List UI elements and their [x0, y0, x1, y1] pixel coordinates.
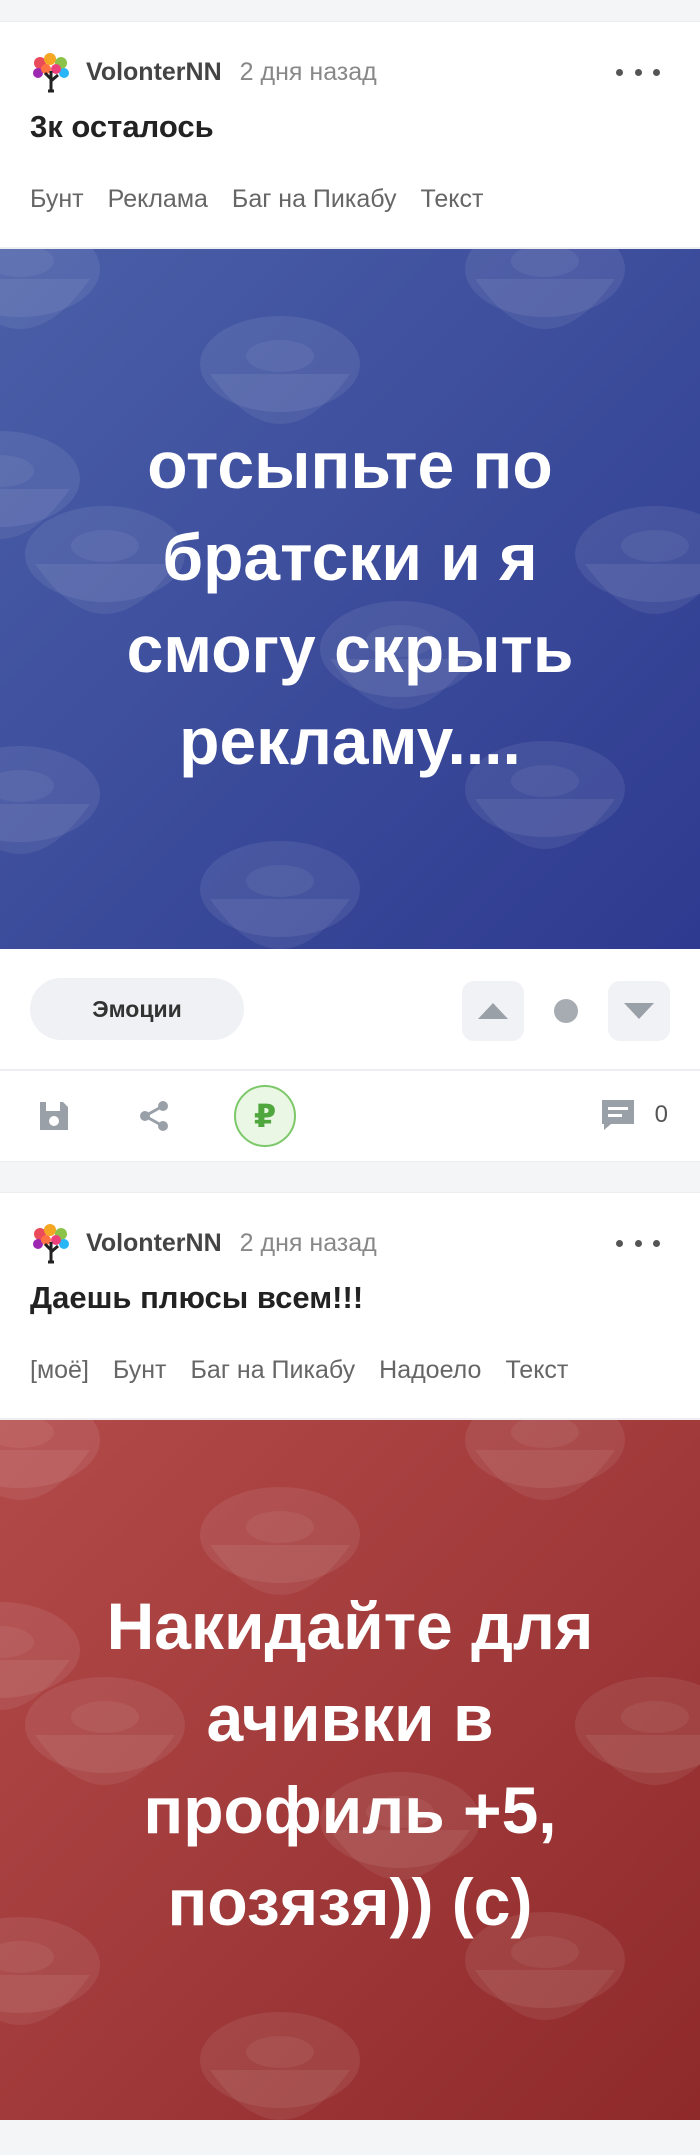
emotions-button[interactable]: Эмоции [30, 978, 244, 1040]
rating-dot [554, 999, 578, 1023]
author-name[interactable]: VolonterNN [86, 58, 222, 87]
share-icon[interactable] [134, 1096, 174, 1136]
ruble-coin-icon[interactable]: ₽ [234, 1085, 296, 1147]
post-card: VolonterNN 2 дня назад 3к осталось Бунт … [0, 22, 700, 1161]
post-card: VolonterNN 2 дня назад Даешь плюсы всем!… [0, 1193, 700, 2120]
tag[interactable]: Надоело [379, 1356, 481, 1385]
tag[interactable]: Бунт [30, 185, 84, 214]
tag[interactable]: Баг на Пикабу [232, 185, 397, 214]
tag[interactable]: Реклама [108, 185, 208, 214]
tag[interactable]: Текст [421, 185, 484, 214]
save-icon[interactable] [34, 1096, 74, 1136]
post-header: VolonterNN 2 дня назад [0, 22, 700, 122]
post-image[interactable]: отсыпьте по братски и я смогу скрыть рек… [0, 249, 700, 949]
avatar[interactable] [30, 51, 72, 93]
image-text: отсыпьте по братски и я смогу скрыть рек… [126, 428, 574, 778]
post-image[interactable]: Накидайте для ачивки в профиль +5, позяз… [0, 1420, 700, 2120]
tag[interactable]: Баг на Пикабу [191, 1356, 356, 1385]
post-separator [0, 1161, 700, 1193]
post-time: 2 дня назад [239, 57, 377, 86]
downvote-icon[interactable] [608, 981, 670, 1041]
comments-count: 0 [654, 1101, 668, 1128]
action-row: ₽ 0 [0, 1071, 700, 1161]
upvote-icon[interactable] [462, 981, 524, 1041]
author-name[interactable]: VolonterNN [86, 1229, 222, 1258]
vote-controls [462, 981, 670, 1041]
more-dots-icon[interactable] [616, 60, 660, 84]
more-dots-icon[interactable] [616, 1231, 660, 1255]
post-tags: Бунт Реклама Баг на Пикабу Текст [0, 152, 700, 247]
reaction-row: Эмоции [0, 949, 700, 1071]
tag[interactable]: [моё] [30, 1356, 89, 1385]
avatar[interactable] [30, 1222, 72, 1264]
comments-button[interactable]: 0 [599, 1097, 668, 1133]
post-time: 2 дня назад [239, 1228, 377, 1257]
tag[interactable]: Текст [505, 1356, 568, 1385]
image-text: Накидайте для ачивки в профиль +5, позяз… [106, 1589, 594, 1939]
post-header: VolonterNN 2 дня назад [0, 1193, 700, 1293]
tag[interactable]: Бунт [113, 1356, 167, 1385]
top-gap [0, 0, 700, 22]
comment-icon [601, 1100, 634, 1130]
post-tags: [моё] Бунт Баг на Пикабу Надоело Текст [0, 1323, 700, 1418]
